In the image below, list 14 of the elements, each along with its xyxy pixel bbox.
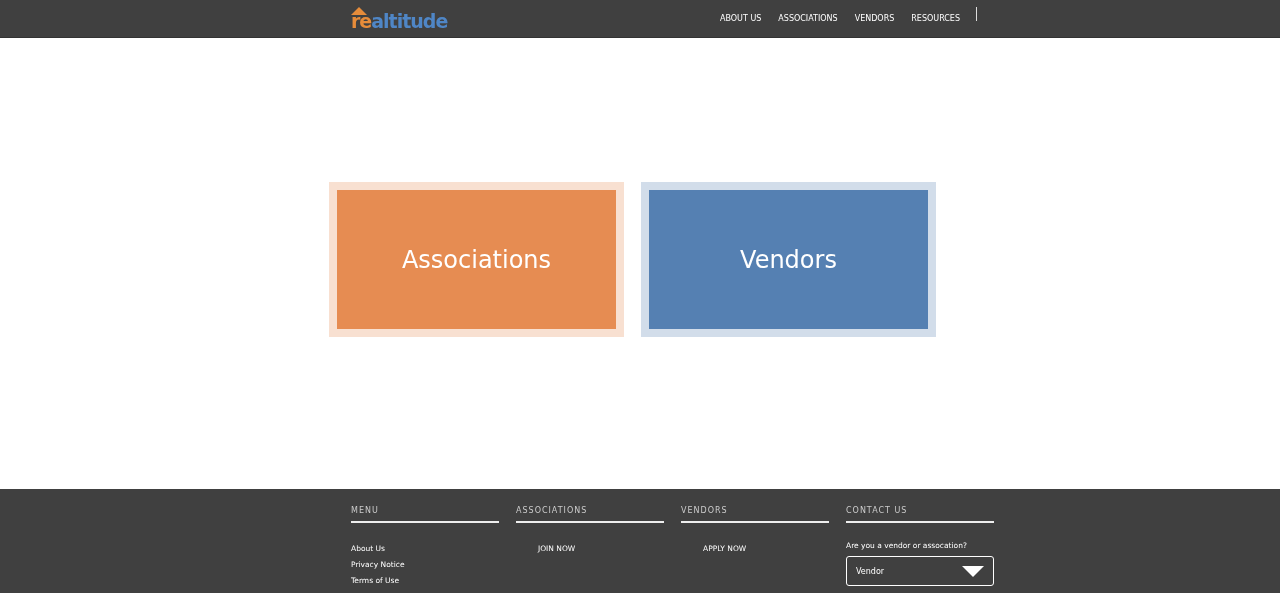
caret-icon xyxy=(962,565,984,577)
select-field[interactable]: Vendor xyxy=(846,556,994,586)
nav-link[interactable]: VENDORS xyxy=(854,14,895,23)
divider-line xyxy=(976,6,977,21)
roof-icon xyxy=(351,6,367,15)
nav-link[interactable]: ABOUT US xyxy=(720,14,762,23)
footer-heading: ASSOCIATIONS xyxy=(516,506,664,523)
footer-heading: CONTACT US xyxy=(846,506,994,523)
footer-heading: MENU xyxy=(351,506,499,523)
footer-heading: VENDORS xyxy=(681,506,829,523)
nav-link[interactable]: ASSOCIATIONS xyxy=(778,14,838,23)
logo[interactable]: realtitude xyxy=(351,5,711,32)
category-tile[interactable]: Vendors xyxy=(641,182,936,337)
nav-link[interactable]: RESOURCES xyxy=(911,14,960,23)
